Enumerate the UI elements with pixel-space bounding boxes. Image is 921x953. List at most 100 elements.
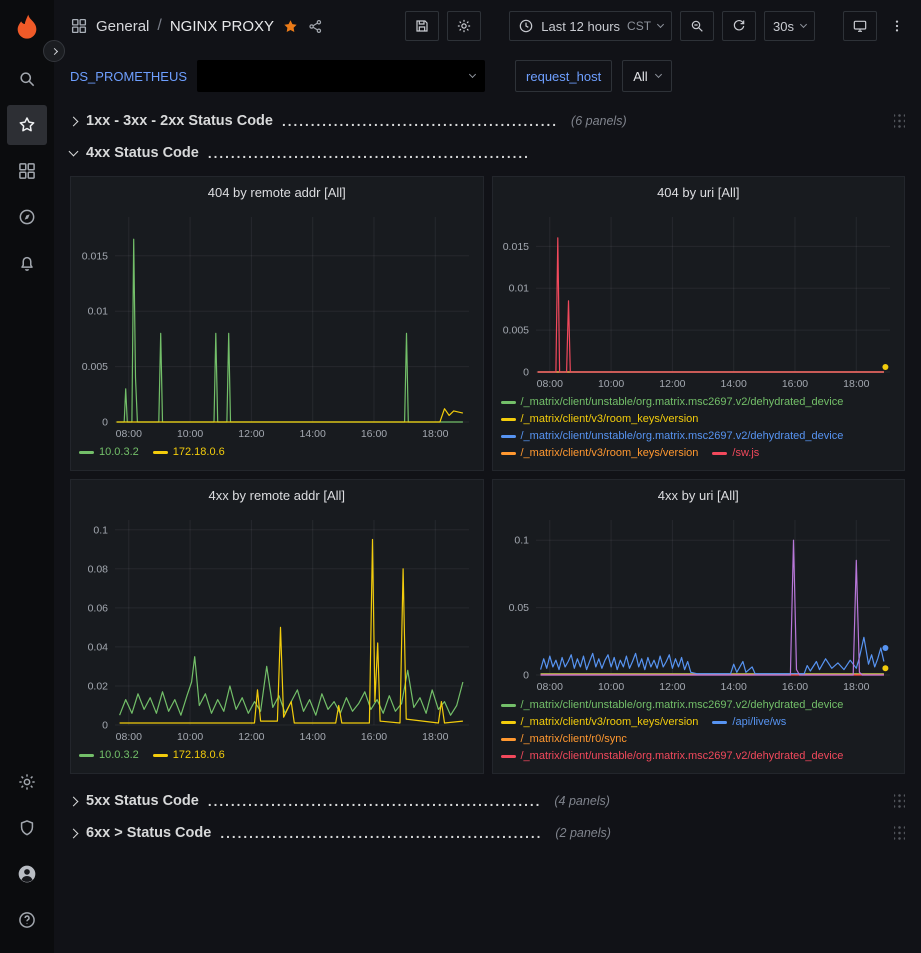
row-header-4xx[interactable]: 4xx Status Code ........................… [70, 138, 905, 168]
time-zone-label: CST [627, 19, 651, 33]
svg-text:12:00: 12:00 [659, 378, 685, 390]
tv-icon [852, 18, 868, 34]
legend-item[interactable]: /_matrix/client/v3/room_keys/version [501, 411, 699, 428]
row-drag-handle-icon[interactable] [894, 113, 905, 129]
sidebar-item-profile[interactable] [7, 854, 47, 894]
timeseries-chart[interactable]: 08:0010:0012:0014:0016:0018:0000.020.040… [75, 510, 479, 745]
panel-404-by-uri: 404 by uri [All] 08:0010:0012:0014:0016:… [492, 176, 906, 471]
panel-title[interactable]: 4xx by uri [All] [493, 480, 905, 510]
sidebar-item-settings[interactable] [7, 762, 47, 802]
zoom-out-button[interactable] [680, 11, 714, 41]
save-dashboard-button[interactable] [405, 11, 439, 41]
sidebar-item-help[interactable] [7, 900, 47, 940]
legend-series-swatch [501, 738, 516, 741]
legend-series-label: /_matrix/client/unstable/org.matrix.msc2… [521, 428, 844, 445]
sidebar-item-alerting[interactable] [7, 243, 47, 283]
legend-item[interactable]: /_matrix/client/v3/room_keys/version [501, 714, 699, 731]
svg-text:18:00: 18:00 [422, 731, 448, 743]
row-title: 1xx - 3xx - 2xx Status Code [86, 113, 273, 129]
row-title-dots: ........................................… [220, 826, 542, 841]
legend-item[interactable]: /_matrix/client/unstable/org.matrix.msc2… [501, 428, 844, 445]
breadcrumb-dashboard-title[interactable]: NGINX PROXY [170, 18, 274, 35]
legend-series-swatch [712, 721, 727, 724]
share-icon[interactable] [307, 18, 324, 35]
sidebar-item-search[interactable] [7, 59, 47, 99]
svg-text:16:00: 16:00 [782, 681, 808, 693]
dashboard-settings-button[interactable] [447, 11, 481, 41]
row-title: 5xx Status Code [86, 793, 199, 809]
kebab-menu-button[interactable] [885, 11, 909, 41]
row-drag-handle-icon[interactable] [894, 793, 905, 809]
refresh-button[interactable] [722, 11, 756, 41]
sidebar-item-explore[interactable] [7, 197, 47, 237]
panel-title[interactable]: 404 by uri [All] [493, 177, 905, 207]
row-drag-handle-icon[interactable] [894, 825, 905, 841]
svg-text:0: 0 [523, 670, 529, 682]
legend-series-label: /_matrix/client/v3/room_keys/version [521, 411, 699, 428]
row-header-5xx[interactable]: 5xx Status Code ........................… [70, 786, 905, 816]
svg-text:12:00: 12:00 [659, 681, 685, 693]
legend-series-label: /_matrix/client/unstable/org.matrix.msc2… [521, 697, 844, 714]
legend-item[interactable]: /_matrix/client/unstable/org.matrix.msc2… [501, 748, 844, 765]
row-header-1xx-3xx-2xx[interactable]: 1xx - 3xx - 2xx Status Code ............… [70, 106, 905, 136]
legend-series-label: 172.18.0.6 [173, 444, 225, 461]
legend-item[interactable]: /_matrix/client/r0/sync [501, 731, 627, 748]
left-sidebar [0, 0, 54, 953]
variable-value-dropdown-request-host[interactable]: All [622, 60, 671, 92]
chevron-down-icon [800, 21, 807, 28]
chevron-down-icon [657, 21, 664, 28]
legend-series-label: /_matrix/client/v3/room_keys/version [521, 445, 699, 462]
legend-series-swatch [501, 418, 516, 421]
legend-item[interactable]: 10.0.3.2 [79, 747, 139, 764]
sidebar-item-dashboards[interactable] [7, 151, 47, 191]
legend-item[interactable]: 10.0.3.2 [79, 444, 139, 461]
panel-title[interactable]: 404 by remote addr [All] [71, 177, 483, 207]
cycle-view-mode-button[interactable] [843, 11, 877, 41]
svg-text:14:00: 14:00 [721, 378, 747, 390]
row-header-6xx[interactable]: 6xx > Status Code ......................… [70, 818, 905, 848]
row-panel-count: (2 panels) [555, 826, 611, 840]
row-title-dots: ........................................… [282, 114, 558, 129]
chevron-down-icon [69, 147, 79, 157]
panel-404-by-remote-addr: 404 by remote addr [All] 08:0010:0012:00… [70, 176, 484, 471]
legend-series-label: /sw.js [732, 445, 759, 462]
grafana-logo[interactable] [11, 12, 43, 44]
sidebar-item-server-admin[interactable] [7, 808, 47, 848]
refresh-interval-dropdown[interactable]: 30s [764, 11, 815, 41]
row-title: 4xx Status Code [86, 145, 199, 161]
variable-value-dropdown-ds-prometheus[interactable] [197, 60, 485, 92]
favorite-star-icon[interactable] [282, 18, 299, 35]
legend-item[interactable]: /sw.js [712, 445, 759, 462]
legend-series-label: /_matrix/client/v3/room_keys/version [521, 714, 699, 731]
svg-text:10:00: 10:00 [177, 428, 203, 440]
panel-legend: 10.0.3.2 172.18.0.6 [71, 745, 483, 768]
panel-title[interactable]: 4xx by remote addr [All] [71, 480, 483, 510]
chevron-right-icon [69, 796, 79, 806]
svg-text:10:00: 10:00 [598, 681, 624, 693]
refresh-icon [731, 18, 747, 34]
svg-text:0: 0 [102, 417, 108, 429]
legend-item[interactable]: 172.18.0.6 [153, 747, 225, 764]
time-range-picker[interactable]: Last 12 hours CST [509, 11, 672, 41]
kebab-menu-icon [889, 18, 905, 34]
timeseries-chart[interactable]: 08:0010:0012:0014:0016:0018:0000.0050.01… [75, 207, 479, 442]
svg-text:0.08: 0.08 [87, 563, 108, 575]
sidebar-item-starred[interactable] [7, 105, 47, 145]
variable-label-request-host: request_host [515, 60, 612, 92]
legend-item[interactable]: /_matrix/client/unstable/org.matrix.msc2… [501, 394, 844, 411]
timeseries-chart[interactable]: 08:0010:0012:0014:0016:0018:0000.050.1 [496, 510, 900, 695]
row-title: 6xx > Status Code [86, 825, 211, 841]
legend-item[interactable]: /_matrix/client/unstable/org.matrix.msc2… [501, 697, 844, 714]
legend-item[interactable]: 172.18.0.6 [153, 444, 225, 461]
breadcrumb-folder[interactable]: General [96, 18, 149, 35]
legend-item[interactable]: /_matrix/client/v3/room_keys/version [501, 445, 699, 462]
timeseries-chart[interactable]: 08:0010:0012:0014:0016:0018:0000.0050.01… [496, 207, 900, 392]
zoom-out-icon [689, 18, 705, 34]
breadcrumb-separator: / [157, 17, 161, 35]
alerting-bell-icon [17, 253, 37, 273]
dashboard-variables-bar: DS_PROMETHEUS request_host All [54, 52, 921, 104]
svg-text:0.02: 0.02 [87, 680, 108, 692]
legend-item[interactable]: /api/live/ws [712, 714, 786, 731]
legend-series-label: 10.0.3.2 [99, 747, 139, 764]
expand-sidebar-button[interactable] [43, 40, 65, 62]
